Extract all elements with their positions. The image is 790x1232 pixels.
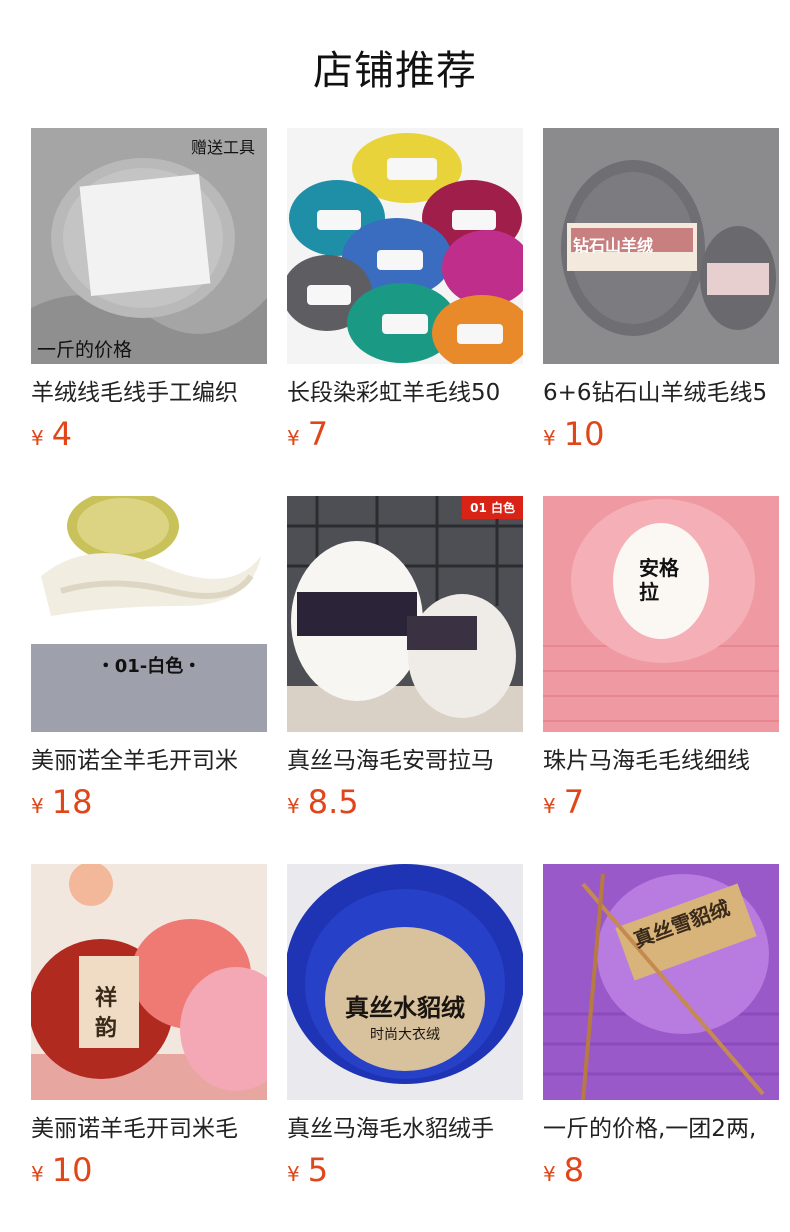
product-price: ¥10	[543, 416, 779, 458]
currency-symbol: ¥	[31, 1162, 44, 1186]
product-name[interactable]: 长段染彩虹羊毛线50	[287, 378, 523, 408]
product-price: ¥5	[287, 1152, 523, 1194]
product-price: ¥7	[543, 784, 779, 826]
product-card[interactable]: 安格拉 珠片马海毛毛线细线 ¥7	[543, 496, 779, 826]
product-card[interactable]: 祥韵 美丽诺羊毛开司米毛 ¥10	[31, 864, 267, 1194]
currency-symbol: ¥	[31, 426, 44, 450]
product-card[interactable]: 真丝水貂绒 时尚大衣绒 真丝马海毛水貂绒手 ¥5	[287, 864, 523, 1194]
currency-symbol: ¥	[543, 426, 556, 450]
price-value: 10	[51, 1151, 93, 1189]
label-text: 安格拉	[639, 556, 679, 604]
currency-symbol: ¥	[543, 794, 556, 818]
product-image[interactable]: 安格拉	[543, 496, 779, 732]
product-price: ¥8.5	[287, 784, 523, 826]
product-price: ¥4	[31, 416, 267, 458]
product-price: ¥10	[31, 1152, 267, 1194]
product-card[interactable]: 钻石山羊绒 6+6钻石山羊绒毛线5 ¥10	[543, 128, 779, 458]
price-value: 4	[51, 415, 73, 453]
price-value: 7	[563, 783, 585, 821]
gift-tool-badge: 赠送工具	[190, 138, 255, 157]
product-card[interactable]: 真丝雪貂绒 一斤的价格,一团2两, ¥8	[543, 864, 779, 1194]
product-name[interactable]: 一斤的价格,一团2两,	[543, 1114, 779, 1144]
sublabel-text: 时尚大衣绒	[370, 1027, 440, 1043]
label-text: 祥韵	[95, 986, 118, 1041]
product-image[interactable]: 真丝雪貂绒	[543, 864, 779, 1100]
product-image[interactable]: 祥韵	[31, 864, 267, 1100]
product-name[interactable]: 真丝马海毛水貂绒手	[287, 1114, 523, 1144]
currency-symbol: ¥	[543, 1162, 556, 1186]
product-name[interactable]: 羊绒线毛线手工编织	[31, 378, 267, 408]
product-card[interactable]: 赠送工具 一斤的价格 羊绒线毛线手工编织 ¥4	[31, 128, 267, 458]
currency-symbol: ¥	[31, 794, 44, 818]
product-image[interactable]: ・01-白色・	[31, 496, 267, 732]
label-text: 钻石山羊绒	[573, 236, 654, 255]
currency-symbol: ¥	[287, 794, 300, 818]
price-note-badge: 一斤的价格	[37, 339, 133, 361]
product-image[interactable]	[287, 128, 523, 364]
currency-symbol: ¥	[287, 1162, 300, 1186]
product-image[interactable]: 钻石山羊绒	[543, 128, 779, 364]
product-name[interactable]: 美丽诺全羊毛开司米	[31, 746, 267, 776]
product-image[interactable]: 01 白色	[287, 496, 523, 732]
price-value: 7	[307, 415, 329, 453]
product-card[interactable]: 长段染彩虹羊毛线50 ¥7	[287, 128, 523, 458]
price-value: 8	[563, 1151, 585, 1189]
price-value: 8.5	[307, 783, 359, 821]
price-value: 5	[307, 1151, 329, 1189]
color-label: ・01-白色・	[96, 656, 202, 677]
product-name[interactable]: 美丽诺羊毛开司米毛	[31, 1114, 267, 1144]
product-name[interactable]: 真丝马海毛安哥拉马	[287, 746, 523, 776]
label-text: 真丝水貂绒	[345, 994, 465, 1022]
product-image[interactable]: 赠送工具 一斤的价格	[31, 128, 267, 364]
product-card[interactable]: ・01-白色・ 美丽诺全羊毛开司米 ¥18	[31, 496, 267, 826]
price-value: 18	[51, 783, 93, 821]
product-price: ¥8	[543, 1152, 779, 1194]
color-band: ・01-白色・	[31, 644, 267, 732]
section-title: 店铺推荐	[313, 48, 477, 94]
color-ribbon: 01 白色	[462, 496, 523, 519]
product-price: ¥7	[287, 416, 523, 458]
product-image[interactable]: 真丝水貂绒 时尚大衣绒	[287, 864, 523, 1100]
price-value: 10	[563, 415, 605, 453]
product-name[interactable]: 6+6钻石山羊绒毛线5	[543, 378, 779, 408]
product-price: ¥18	[31, 784, 267, 826]
product-name[interactable]: 珠片马海毛毛线细线	[543, 746, 779, 776]
currency-symbol: ¥	[287, 426, 300, 450]
product-card[interactable]: 01 白色 真丝马海毛安哥拉马 ¥8.5	[287, 496, 523, 826]
